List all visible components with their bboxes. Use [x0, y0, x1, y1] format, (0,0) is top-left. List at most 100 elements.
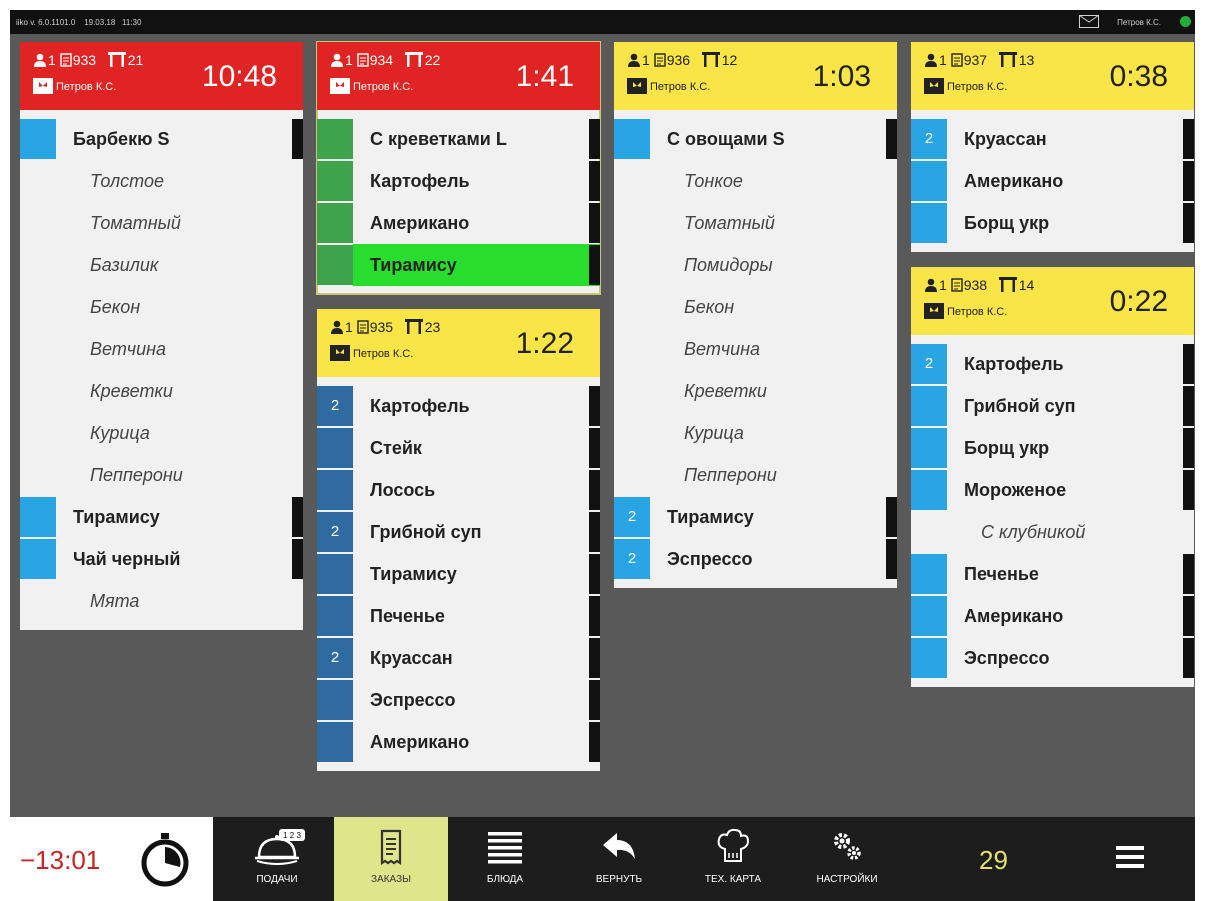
- dish-row[interactable]: С овощами S: [614, 118, 897, 160]
- nav-icon-wrap: [448, 827, 562, 867]
- dish-row[interactable]: Эспрессо: [911, 637, 1194, 679]
- dish-qty: [911, 428, 947, 468]
- dish-row[interactable]: 2 Эспрессо: [614, 538, 897, 580]
- nav-tech-card-button[interactable]: ТЕХ. КАРТА: [676, 817, 790, 901]
- waiter-name: Петров К.С.: [353, 348, 414, 360]
- dish-row[interactable]: Американо: [317, 202, 600, 244]
- order-number: 933: [72, 52, 97, 68]
- dish-qty: 2: [911, 119, 947, 159]
- dish-row[interactable]: Тирамису: [317, 553, 600, 595]
- order-elapsed-time: 1:41: [515, 60, 574, 93]
- nav-label: БЛЮДА: [486, 874, 524, 885]
- check-icon: [950, 53, 963, 67]
- modifier-row: Мята: [20, 580, 303, 622]
- dish-qty: [911, 596, 947, 636]
- waiter-icon: [924, 78, 944, 94]
- dish-name: Американо: [964, 606, 1064, 626]
- dish-row[interactable]: Барбекю S: [20, 118, 303, 160]
- nav-deliveries-button[interactable]: 1 2 3 ПОДАЧИ: [220, 817, 334, 901]
- guest-icon: [331, 53, 343, 67]
- order-items: С креветками L Картофель Американо Тирамису: [317, 110, 600, 294]
- dish-row[interactable]: Эспрессо: [317, 679, 600, 721]
- order-header[interactable]: 1 934 22 Петров К.С. 1:41: [317, 42, 600, 110]
- modifier-row: Креветки: [614, 370, 897, 412]
- current-date: 19.03.18: [84, 18, 116, 27]
- waiter: Петров К.С.: [924, 78, 1007, 94]
- order-header[interactable]: 1 938 14 Петров К.С. 0:22: [911, 267, 1194, 335]
- modifier-name: Курица: [684, 423, 744, 443]
- dish-name: Американо: [370, 213, 470, 233]
- dish-status-bar: [292, 539, 303, 579]
- order-number: 934: [369, 52, 394, 68]
- order-card[interactable]: 1 933 21 Петров К.С. 10:48 Барбекю S Толстое…: [20, 42, 303, 630]
- guest-icon: [628, 53, 640, 67]
- dish-qty: 2: [911, 344, 947, 384]
- order-card[interactable]: 1 935 23 Петров К.С. 1:22 2 Картофель Стейк Ло…: [317, 309, 600, 771]
- dish-row[interactable]: Чай черный: [20, 538, 303, 580]
- dish-row[interactable]: 2 Картофель: [911, 343, 1194, 385]
- dish-name: Тирамису: [667, 507, 754, 527]
- dish-row[interactable]: Борщ укр: [911, 202, 1194, 244]
- dish-name: Грибной суп: [964, 396, 1076, 416]
- dish-qty: [317, 722, 353, 762]
- dish-status-bar: [1183, 344, 1194, 384]
- dish-row[interactable]: Американо: [911, 160, 1194, 202]
- dish-row[interactable]: 2 Круассан: [317, 637, 600, 679]
- dish-row[interactable]: Тирамису: [317, 244, 600, 286]
- dish-row[interactable]: Американо: [911, 595, 1194, 637]
- order-header[interactable]: 1 937 13 Петров К.С. 0:38: [911, 42, 1194, 110]
- dish-row[interactable]: Лосось: [317, 469, 600, 511]
- orders-count: 29: [979, 845, 1008, 875]
- mail-icon[interactable]: [1079, 15, 1099, 28]
- waiter-icon: [330, 78, 350, 94]
- order-card[interactable]: 1 938 14 Петров К.С. 0:22 2 Картофель Грибной…: [911, 267, 1194, 687]
- order-card[interactable]: 1 936 12 Петров К.С. 1:03 С овощами S Тонкое…: [614, 42, 897, 588]
- order-header[interactable]: 1 933 21 Петров К.С. 10:48: [20, 42, 303, 110]
- table-number: 14: [1018, 277, 1035, 293]
- order-info: 1 938 14: [924, 277, 1034, 293]
- dish-row[interactable]: Мороженое: [911, 469, 1194, 511]
- order-header[interactable]: 1 935 23 Петров К.С. 1:22: [317, 309, 600, 377]
- order-number: 938: [963, 277, 988, 293]
- dish-row[interactable]: Стейк: [317, 427, 600, 469]
- dish-row[interactable]: Печенье: [317, 595, 600, 637]
- kitchen-display-app: iiko v. 6.0.1101.0 19.03.18 11:30 Петров…: [10, 10, 1195, 901]
- nav-dishes-button[interactable]: БЛЮДА: [448, 817, 562, 901]
- dish-qty: [911, 470, 947, 510]
- receipt-icon: [380, 829, 402, 866]
- hamburger-menu-icon[interactable]: [1116, 843, 1144, 871]
- dish-row[interactable]: 2 Грибной суп: [317, 511, 600, 553]
- nav-settings-button[interactable]: НАСТРОЙКИ: [790, 817, 904, 901]
- dish-row[interactable]: Американо: [317, 721, 600, 763]
- modifier-row: С клубникой: [911, 511, 1194, 553]
- nav-undo-button[interactable]: ВЕРНУТЬ: [562, 817, 676, 901]
- dish-status-bar: [589, 386, 600, 426]
- modifier-row: Толстое: [20, 160, 303, 202]
- dish-name: С креветками L: [370, 129, 507, 149]
- dish-row[interactable]: Картофель: [317, 160, 600, 202]
- guest-icon: [925, 53, 937, 67]
- nav-label: ЗАКАЗЫ: [371, 874, 411, 885]
- dish-row[interactable]: С креветками L: [317, 118, 600, 160]
- dish-row[interactable]: Грибной суп: [911, 385, 1194, 427]
- waiter: Петров К.С.: [33, 78, 116, 94]
- dish-row[interactable]: 2 Картофель: [317, 385, 600, 427]
- dish-row[interactable]: Тирамису: [20, 496, 303, 538]
- version-info: iiko v. 6.0.1101.0 19.03.18 11:30: [16, 18, 141, 27]
- nav-orders-button[interactable]: ЗАКАЗЫ: [334, 817, 448, 901]
- dish-row[interactable]: Борщ укр: [911, 427, 1194, 469]
- modifier-name: Пепперони: [684, 465, 777, 485]
- order-card[interactable]: 1 934 22 Петров К.С. 1:41 С креветками L Кар…: [316, 41, 601, 295]
- dish-status-bar: [589, 119, 600, 159]
- timer-panel[interactable]: −13:01: [10, 817, 213, 901]
- dish-qty: [317, 245, 353, 285]
- dish-row[interactable]: Печенье: [911, 553, 1194, 595]
- guests-count: 1: [345, 319, 353, 335]
- dish-status-bar: [1183, 161, 1194, 201]
- dish-row[interactable]: 2 Круассан: [911, 118, 1194, 160]
- dish-status-bar: [1183, 470, 1194, 510]
- guests-count: 1: [642, 52, 650, 68]
- order-card[interactable]: 1 937 13 Петров К.С. 0:38 2 Круассан Американ…: [911, 42, 1194, 252]
- order-header[interactable]: 1 936 12 Петров К.С. 1:03: [614, 42, 897, 110]
- dish-row[interactable]: 2 Тирамису: [614, 496, 897, 538]
